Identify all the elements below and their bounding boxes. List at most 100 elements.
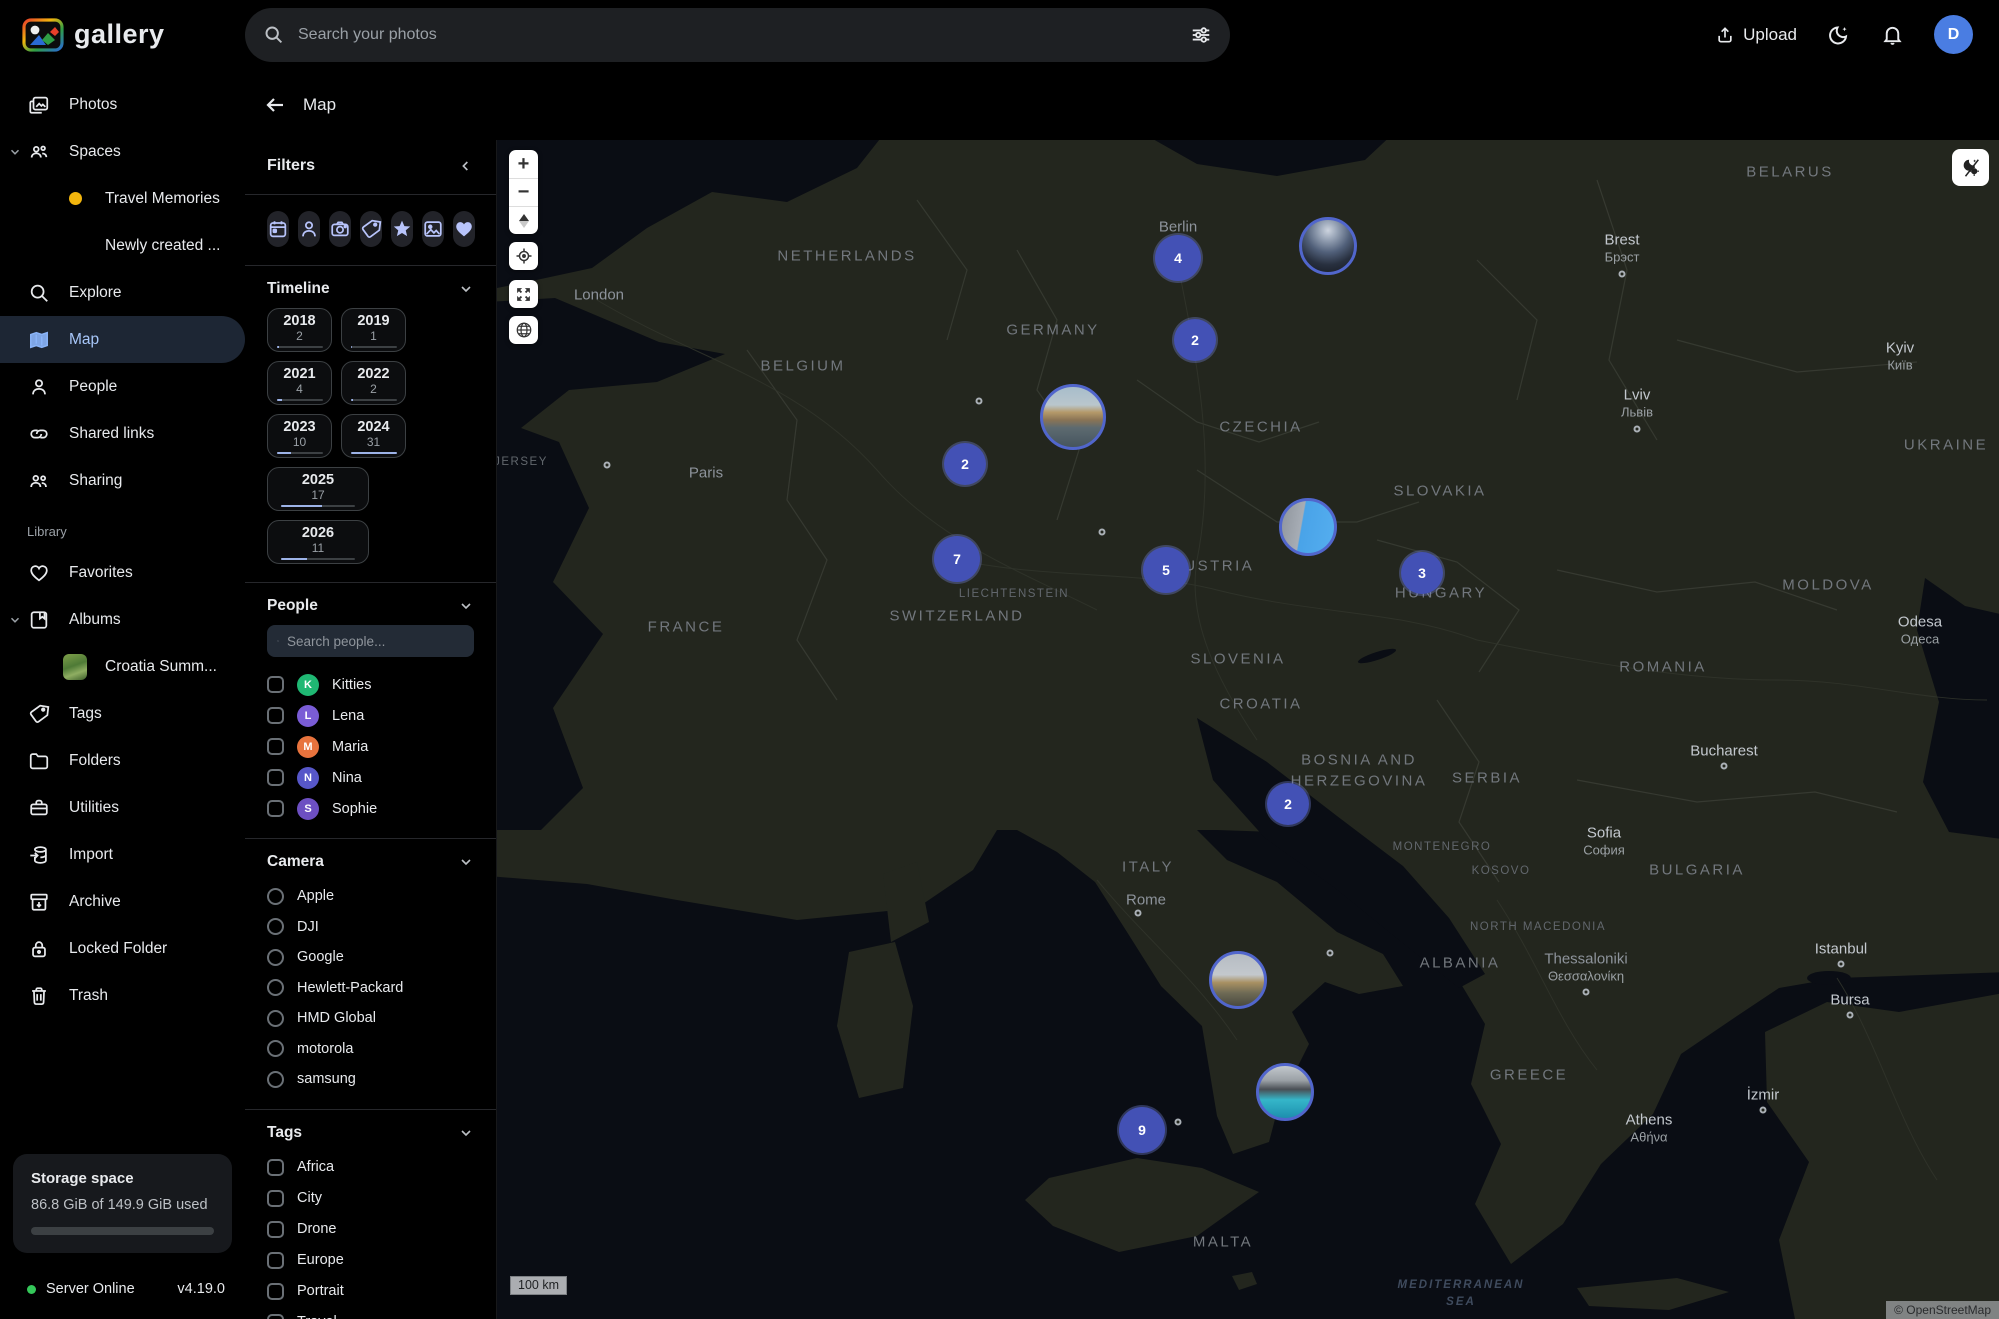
checkbox[interactable] <box>267 738 284 755</box>
camera-option-dji[interactable]: DJI <box>267 912 474 943</box>
timeline-year-2021[interactable]: 2021 4 <box>267 361 332 405</box>
upload-button[interactable]: Upload <box>1715 25 1797 45</box>
filters-collapse-icon[interactable] <box>458 158 474 174</box>
sidebar-item-travel-memories[interactable]: Travel Memories <box>0 175 245 222</box>
map-globe-button[interactable] <box>509 316 538 344</box>
tag-option-africa[interactable]: Africa <box>267 1152 474 1183</box>
radio[interactable] <box>267 949 284 966</box>
radio[interactable] <box>267 1040 284 1057</box>
sidebar-item-photos[interactable]: Photos <box>0 81 245 128</box>
photo-cluster-marker[interactable]: 5 <box>1143 547 1189 593</box>
checkbox[interactable] <box>267 769 284 786</box>
camera-option-google[interactable]: Google <box>267 942 474 973</box>
search-input[interactable] <box>298 26 1176 44</box>
map-fullscreen-button[interactable] <box>509 280 538 308</box>
person-filter-chip[interactable] <box>298 211 320 247</box>
timeline-year-2026[interactable]: 2026 11 <box>267 520 369 564</box>
timeline-section-header[interactable]: Timeline <box>267 280 474 298</box>
notifications-bell-icon[interactable] <box>1881 23 1904 46</box>
timeline-year-2025[interactable]: 2025 17 <box>267 467 369 511</box>
sidebar-item-folders[interactable]: Folders <box>0 737 245 784</box>
sidebar-item-croatia-summ[interactable]: Croatia Summ... <box>0 643 245 690</box>
chevron-down-icon[interactable] <box>8 613 22 627</box>
camera-option-motorola[interactable]: motorola <box>267 1034 474 1065</box>
search-bar[interactable] <box>245 8 1230 62</box>
sidebar-item-tags[interactable]: Tags <box>0 690 245 737</box>
checkbox[interactable] <box>267 676 284 693</box>
star-filter-chip[interactable] <box>391 211 413 247</box>
tag-option-drone[interactable]: Drone <box>267 1214 474 1245</box>
camera-section-header[interactable]: Camera <box>267 853 474 871</box>
people-search[interactable] <box>267 625 474 657</box>
timeline-year-2018[interactable]: 2018 2 <box>267 308 332 352</box>
person-filter-lena[interactable]: L Lena <box>267 700 474 731</box>
checkbox[interactable] <box>267 1283 284 1300</box>
photo-cluster-marker[interactable]: 2 <box>1267 783 1309 825</box>
photo-cluster-marker[interactable]: 3 <box>1401 552 1443 594</box>
city-photo-marker[interactable] <box>1209 951 1267 1009</box>
timeline-chevron-icon[interactable] <box>458 281 474 297</box>
tag-option-europe[interactable]: Europe <box>267 1245 474 1276</box>
sidebar-item-archive[interactable]: Archive <box>0 878 245 925</box>
canal-photo-marker[interactable] <box>1040 384 1106 450</box>
chevron-down-icon[interactable] <box>8 145 22 159</box>
people-section-header[interactable]: People <box>267 597 474 615</box>
map-style-toggle-button[interactable] <box>1952 149 1989 186</box>
sidebar-item-people[interactable]: People <box>0 363 245 410</box>
map-zoom-out-button[interactable]: − <box>509 178 538 206</box>
checkbox[interactable] <box>267 707 284 724</box>
timeline-year-2022[interactable]: 2022 2 <box>341 361 406 405</box>
map-attribution[interactable]: © OpenStreetMap <box>1886 1301 1999 1319</box>
checkbox[interactable] <box>267 1190 284 1207</box>
checkbox[interactable] <box>267 1314 284 1319</box>
theme-toggle-icon[interactable] <box>1827 23 1851 47</box>
camera-option-hmd-global[interactable]: HMD Global <box>267 1003 474 1034</box>
tag-option-portrait[interactable]: Portrait <box>267 1276 474 1307</box>
sea-photo-marker[interactable] <box>1256 1063 1314 1121</box>
search-filters-icon[interactable] <box>1190 24 1212 46</box>
sidebar-item-locked-folder[interactable]: Locked Folder <box>0 925 245 972</box>
person-filter-sophie[interactable]: S Sophie <box>267 793 474 824</box>
app-brand[interactable]: gallery <box>0 18 245 52</box>
people-search-input[interactable] <box>287 634 464 649</box>
timeline-year-2023[interactable]: 2023 10 <box>267 414 332 458</box>
timeline-year-2024[interactable]: 2024 31 <box>341 414 406 458</box>
sidebar-item-map[interactable]: Map <box>0 316 245 363</box>
sidebar-item-utilities[interactable]: Utilities <box>0 784 245 831</box>
photo-cluster-marker[interactable]: 2 <box>1174 319 1216 361</box>
sidebar-item-sharing[interactable]: Sharing <box>0 457 245 504</box>
tag-filter-chip[interactable] <box>360 211 382 247</box>
checkbox[interactable] <box>267 1221 284 1238</box>
tag-option-city[interactable]: City <box>267 1183 474 1214</box>
cathedral-photo-marker[interactable] <box>1279 498 1337 556</box>
timeline-year-2019[interactable]: 2019 1 <box>341 308 406 352</box>
photo-cluster-marker[interactable]: 2 <box>944 443 986 485</box>
sidebar-item-albums[interactable]: Albums <box>0 596 245 643</box>
camera-option-samsung[interactable]: samsung <box>267 1064 474 1095</box>
tag-option-travel[interactable]: Travel <box>267 1307 474 1319</box>
map-compass-button[interactable] <box>509 206 538 234</box>
checkbox[interactable] <box>267 800 284 817</box>
calendar-filter-chip[interactable] <box>267 211 289 247</box>
camera-filter-chip[interactable] <box>329 211 351 247</box>
checkbox[interactable] <box>267 1159 284 1176</box>
sidebar-item-import[interactable]: Import <box>0 831 245 878</box>
person-filter-maria[interactable]: M Maria <box>267 731 474 762</box>
radio[interactable] <box>267 1010 284 1027</box>
user-avatar[interactable]: D <box>1934 15 1973 54</box>
back-arrow-icon[interactable] <box>263 93 287 117</box>
person-filter-kitties[interactable]: K Kitties <box>267 669 474 700</box>
image-filter-chip[interactable] <box>422 211 444 247</box>
photo-cluster-marker[interactable]: 9 <box>1119 1107 1165 1153</box>
sidebar-item-explore[interactable]: Explore <box>0 269 245 316</box>
map-locate-button[interactable] <box>509 242 538 270</box>
camera-chevron-icon[interactable] <box>458 854 474 870</box>
checkbox[interactable] <box>267 1252 284 1269</box>
sidebar-item-favorites[interactable]: Favorites <box>0 549 245 596</box>
camera-option-hewlett-packard[interactable]: Hewlett-Packard <box>267 973 474 1004</box>
radio[interactable] <box>267 1071 284 1088</box>
sidebar-item-newly-created[interactable]: Newly created ... <box>0 222 245 269</box>
stadium-photo-marker[interactable] <box>1299 217 1357 275</box>
camera-option-apple[interactable]: Apple <box>267 881 474 912</box>
sidebar-item-spaces[interactable]: Spaces <box>0 128 245 175</box>
